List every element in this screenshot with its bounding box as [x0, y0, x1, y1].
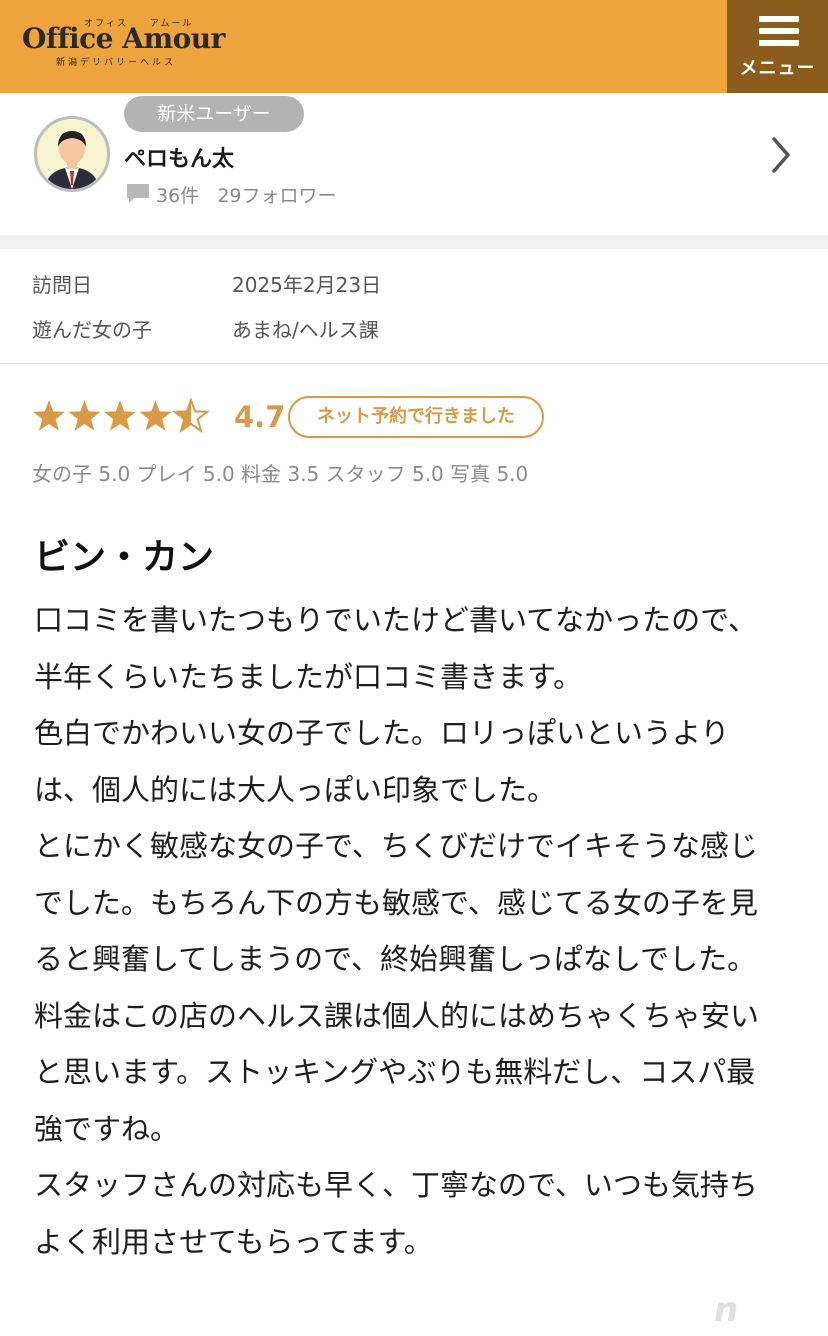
star-icon [103, 400, 137, 431]
user-rank-badge: 新米ユーザー [124, 96, 304, 132]
review-paragraph: とにかく敏感な女の子で、ちくびだけでイキそうな感じでした。もちろん下の方も敏感で… [34, 829, 758, 976]
user-stats: 36件 29フォロワー [126, 181, 337, 210]
menu-label: メニュー [739, 58, 816, 79]
visit-date-value: 2025年2月23日 [232, 273, 382, 297]
overall-score: 4.7 [234, 400, 286, 434]
review-paragraph: 料金はこの店のヘルス課は個人的にはめちゃくちゃ安いと思います。ストッキングやぶり… [34, 998, 760, 1146]
site-logo[interactable]: オフィス アムール Office Amour 新潟デリバリーヘルス [22, 18, 225, 68]
site-header: オフィス アムール Office Amour 新潟デリバリーヘルス メニュー [0, 0, 828, 93]
chevron-right-icon[interactable] [768, 135, 794, 179]
visit-info: 訪問日 2025年2月23日 遊んだ女の子 あまね/ヘルス課 [0, 249, 828, 364]
follower-count: 29フォロワー [217, 185, 337, 207]
sub-scores: 女の子 5.0 プレイ 5.0 料金 3.5 スタッフ 5.0 写真 5.0 [32, 462, 529, 486]
logo-ruby-right: アムール [150, 19, 194, 29]
review-paragraph: 口コミを書いたつもりでいたけど書いてなかったので、半年くらいたちましたが口コミ書… [34, 603, 757, 694]
girl-value[interactable]: あまね/ヘルス課 [232, 318, 379, 342]
user-name[interactable]: ペロもん太 [124, 141, 234, 173]
star-icon [68, 400, 101, 431]
logo-subtitle: 新潟デリバリーヘルス [56, 58, 177, 68]
hamburger-icon [759, 16, 799, 52]
star-icon [172, 397, 210, 434]
logo-ruby-left: オフィス [84, 19, 128, 29]
review-count: 36件 [156, 185, 200, 207]
reviewer-profile[interactable]: 新米ユーザー ペロもん太 36件 29フォロワー [0, 93, 828, 235]
comment-icon [126, 183, 150, 210]
visit-date-row: 訪問日 2025年2月23日 [32, 269, 381, 298]
net-reservation-badge: ネット予約で行きました [288, 396, 544, 438]
star-rating [32, 397, 212, 438]
girl-row: 遊んだ女の子 あまね/ヘルス課 [32, 314, 379, 343]
review-paragraph: スタッフさんの対応も早く、丁寧なので、いつも気持ちよく利用させてもらってます。 [34, 1168, 758, 1259]
user-avatar-icon [34, 116, 110, 192]
star-icon [139, 400, 172, 431]
review-paragraph: 色白でかわいい女の子でした。ロリっぽいというよりは、個人的には大人っぽい印象でし… [34, 716, 730, 807]
menu-button[interactable]: メニュー [727, 0, 828, 93]
section-divider [0, 235, 828, 249]
star-icon [32, 400, 66, 431]
review-title: ビン・カン [34, 537, 215, 578]
review-body: 口コミを書いたつもりでいたけど書いてなかったので、半年くらいたちましたが口コミ書… [34, 592, 774, 1270]
visit-date-label: 訪問日 [32, 273, 92, 297]
girl-label: 遊んだ女の子 [32, 318, 152, 342]
watermark-logo: n [714, 1290, 738, 1330]
